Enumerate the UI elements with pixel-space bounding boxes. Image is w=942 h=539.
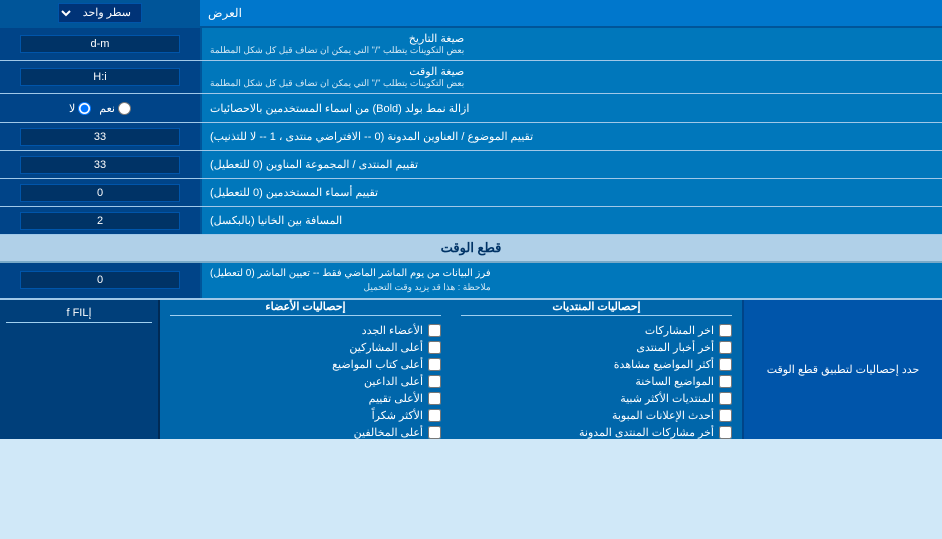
col2-item5-label: الأكثر شكراً xyxy=(372,409,423,422)
col2-item6-checkbox[interactable] xyxy=(428,426,441,439)
list-item: أعلى المخالفين xyxy=(170,426,441,439)
col2-item6-label: أعلى المخالفين xyxy=(354,426,423,439)
time-format-label: صيغة الوقت بعض التكوينات يتطلب "/" التي … xyxy=(200,61,942,93)
gap-field[interactable] xyxy=(20,212,180,230)
list-item: أخر أخبار المنتدى xyxy=(461,341,732,354)
col1-item4-label: المنتديات الأكثر شبية xyxy=(620,392,714,405)
users-sort-field[interactable] xyxy=(20,184,180,202)
col1-container: إحصاليات المنتديات اخر المشاركات أخر أخب… xyxy=(451,300,742,439)
gap-label: المسافة بين الخانيا (بالبكسل) xyxy=(200,207,942,234)
col1-item1-label: أخر أخبار المنتدى xyxy=(636,341,714,354)
col1-item6-checkbox[interactable] xyxy=(719,426,732,439)
list-item: اخر المشاركات xyxy=(461,324,732,337)
date-format-field[interactable] xyxy=(20,35,180,53)
list-item: الأكثر شكراً xyxy=(170,409,441,422)
cutoff-input-container xyxy=(0,263,200,298)
col2-item1-checkbox[interactable] xyxy=(428,341,441,354)
topic-sort-label: تقييم الموضوع / العناوين المدونة (0 -- ا… xyxy=(200,123,942,150)
col3-container: إf FIL xyxy=(0,300,160,439)
col1-item3-checkbox[interactable] xyxy=(719,375,732,388)
col2-item5-checkbox[interactable] xyxy=(428,409,441,422)
bold-yes-radio[interactable] xyxy=(118,102,131,115)
stats-apply-label-col: حدد إحصاليات لتطبيق قطع الوقت xyxy=(742,300,942,439)
cutoff-section-header: قطع الوقت xyxy=(0,235,942,263)
forum-sort-field[interactable] xyxy=(20,156,180,174)
bold-yes-label[interactable]: نعم xyxy=(99,102,131,115)
col2-container: إحصاليات الأعضاء الأعضاء الجدد أعلى المش… xyxy=(160,300,451,439)
time-format-row: صيغة الوقت بعض التكوينات يتطلب "/" التي … xyxy=(0,61,942,94)
col1-item1-checkbox[interactable] xyxy=(719,341,732,354)
users-sort-row: تقييم أسماء المستخدمين (0 للتعطيل) xyxy=(0,179,942,207)
users-sort-label: تقييم أسماء المستخدمين (0 للتعطيل) xyxy=(200,179,942,206)
list-item: أعلى كتاب المواضيع xyxy=(170,358,441,371)
col1-item0-label: اخر المشاركات xyxy=(645,324,714,337)
col2-item3-label: أعلى الداعين xyxy=(364,375,423,388)
gap-row: المسافة بين الخانيا (بالبكسل) xyxy=(0,207,942,235)
display-label: العرض xyxy=(200,0,942,26)
bold-label: ازالة نمط بولد (Bold) من اسماء المستخدمي… xyxy=(200,94,942,122)
bold-no-radio[interactable] xyxy=(78,102,91,115)
list-item: أكثر المواضيع مشاهدة xyxy=(461,358,732,371)
cutoff-field[interactable] xyxy=(20,271,180,289)
col1-item2-checkbox[interactable] xyxy=(719,358,732,371)
forum-sort-row: تقييم المنتدى / المجموعة المناوين (0 للت… xyxy=(0,151,942,179)
cutoff-label: فرز البيانات من يوم الماشر الماضي فقط --… xyxy=(200,263,942,298)
date-format-input-container xyxy=(0,28,200,60)
col3-label: إf FIL xyxy=(6,306,152,323)
col2-item2-checkbox[interactable] xyxy=(428,358,441,371)
display-row: العرض سطر واحد سطرين ثلاثة أسطر xyxy=(0,0,942,28)
topic-sort-row: تقييم الموضوع / العناوين المدونة (0 -- ا… xyxy=(0,123,942,151)
bold-row: ازالة نمط بولد (Bold) من اسماء المستخدمي… xyxy=(0,94,942,123)
col2-item0-label: الأعضاء الجدد xyxy=(362,324,423,337)
col1-item0-checkbox[interactable] xyxy=(719,324,732,337)
date-format-label: صيغة التاريخ بعض التكوينات يتطلب "/" الت… xyxy=(200,28,942,60)
list-item: أحدث الإعلانات المبوبة xyxy=(461,409,732,422)
display-control: سطر واحد سطرين ثلاثة أسطر xyxy=(0,0,200,26)
topic-sort-field[interactable] xyxy=(20,128,180,146)
gap-input-container xyxy=(0,207,200,234)
col2-item1-label: أعلى المشاركين xyxy=(349,341,423,354)
col2-item0-checkbox[interactable] xyxy=(428,324,441,337)
list-item: المنتديات الأكثر شبية xyxy=(461,392,732,405)
bold-controls: نعم لا xyxy=(0,94,200,122)
col1-header: إحصاليات المنتديات xyxy=(461,300,732,316)
list-item: أعلى المشاركين xyxy=(170,341,441,354)
col2-item4-label: الأعلى تقييم xyxy=(369,392,423,405)
time-format-field[interactable] xyxy=(20,68,180,86)
col2-header: إحصاليات الأعضاء xyxy=(170,300,441,316)
forum-sort-label: تقييم المنتدى / المجموعة المناوين (0 للت… xyxy=(200,151,942,178)
forum-sort-input-container xyxy=(0,151,200,178)
topic-sort-input-container xyxy=(0,123,200,150)
col1-item4-checkbox[interactable] xyxy=(719,392,732,405)
col1-item5-checkbox[interactable] xyxy=(719,409,732,422)
col1-item2-label: أكثر المواضيع مشاهدة xyxy=(614,358,714,371)
col2-item3-checkbox[interactable] xyxy=(428,375,441,388)
stats-apply-label: حدد إحصاليات لتطبيق قطع الوقت xyxy=(767,363,920,376)
col1-item3-label: المواضيع الساخنة xyxy=(635,375,714,388)
col2-item2-label: أعلى كتاب المواضيع xyxy=(332,358,423,371)
main-container: العرض سطر واحد سطرين ثلاثة أسطر صيغة الت… xyxy=(0,0,942,439)
cutoff-row: فرز البيانات من يوم الماشر الماضي فقط --… xyxy=(0,263,942,299)
bold-no-label[interactable]: لا xyxy=(69,102,91,115)
time-format-input-container xyxy=(0,61,200,93)
list-item: أخر مشاركات المنتدى المدونة xyxy=(461,426,732,439)
col1-item6-label: أخر مشاركات المنتدى المدونة xyxy=(579,426,714,439)
list-item: أعلى الداعين xyxy=(170,375,441,388)
list-item: الأعلى تقييم xyxy=(170,392,441,405)
col1-item5-label: أحدث الإعلانات المبوبة xyxy=(612,409,714,422)
checkboxes-area: حدد إحصاليات لتطبيق قطع الوقت إحصاليات ا… xyxy=(0,299,942,439)
users-sort-input-container xyxy=(0,179,200,206)
list-item: المواضيع الساخنة xyxy=(461,375,732,388)
col2-item4-checkbox[interactable] xyxy=(428,392,441,405)
list-item: الأعضاء الجدد xyxy=(170,324,441,337)
date-format-row: صيغة التاريخ بعض التكوينات يتطلب "/" الت… xyxy=(0,28,942,61)
display-dropdown[interactable]: سطر واحد سطرين ثلاثة أسطر xyxy=(58,3,142,23)
